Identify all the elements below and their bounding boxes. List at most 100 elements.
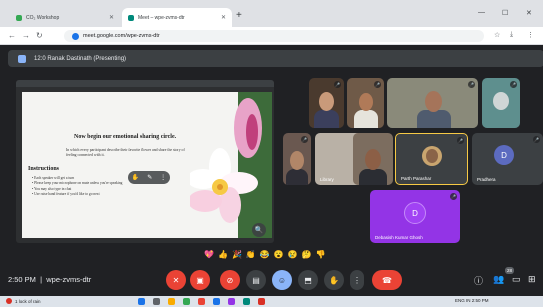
search-icon[interactable] xyxy=(153,298,160,305)
maximize-icon[interactable]: ☐ xyxy=(502,9,508,17)
participant-tile-p9[interactable]: D Pradhera 🎤 xyxy=(472,133,543,185)
browser-tab-bar: CO₂ Workshop ✕ Meet – wpe-zvms-dtr ✕ + —… xyxy=(0,0,543,27)
participant-avatar: D xyxy=(404,202,426,224)
instructions-title: Instructions xyxy=(28,166,60,172)
muted-mic-icon: 🎤 xyxy=(510,81,517,88)
chrome-icon[interactable] xyxy=(183,298,190,305)
meet-control-bar: 2:50 PM | wpe-zvms-dtr ✕ ▣ ⊘ ▤ ☺ ⬒ ✋ ⋮ ☎… xyxy=(0,265,543,296)
browser-tab-workshop[interactable]: CO₂ Workshop ✕ xyxy=(10,8,120,27)
plumeria-flower-image xyxy=(190,92,272,238)
camera-off-icon: ▣ xyxy=(196,275,204,285)
start-icon[interactable] xyxy=(138,298,145,305)
weather-text: 1 lock of rain xyxy=(15,298,41,304)
present-screen-icon xyxy=(18,54,26,63)
menu-kebab-icon[interactable]: ⋮ xyxy=(527,31,534,39)
muted-mic-icon: 🎤 xyxy=(457,137,464,144)
participant-tile-p3[interactable]: 🎤 xyxy=(387,78,478,128)
camera-off-button[interactable]: ▣ xyxy=(190,270,210,290)
meeting-details-icon[interactable]: ⓘ xyxy=(474,274,483,287)
participant-tile-p10[interactable]: D Debasish Kumar Ghosh 🎤 xyxy=(370,190,460,243)
app-icon[interactable] xyxy=(243,298,250,305)
system-tray-clock[interactable]: ENG IN 2:50 PM xyxy=(455,298,489,303)
minimize-icon[interactable]: — xyxy=(478,9,485,16)
muted-mic-icon: 🎤 xyxy=(533,136,540,143)
emoji-button[interactable]: ☺ xyxy=(272,270,292,290)
weather-widget[interactable]: 1 lock of rain xyxy=(6,298,41,304)
reaction-surprised[interactable]: 😮 xyxy=(274,250,284,259)
participant-tile-p2[interactable]: 🎤 xyxy=(347,78,384,128)
file-explorer-icon[interactable] xyxy=(168,298,175,305)
mic-off-button[interactable]: ✕ xyxy=(166,270,186,290)
download-icon[interactable]: ⤓ xyxy=(510,31,513,39)
browser-tab-meet[interactable]: Meet – wpe-zvms-dtr ✕ xyxy=(122,8,232,27)
close-tab-icon[interactable]: ✕ xyxy=(221,14,226,21)
meeting-code: wpe-zvms-dtr xyxy=(46,275,92,284)
close-window-icon[interactable]: ✕ xyxy=(526,9,532,17)
bookmark-star-icon[interactable]: ☆ xyxy=(494,31,500,39)
participant-name: Pradhera xyxy=(477,177,496,182)
muted-mic-icon: 🎤 xyxy=(468,81,475,88)
muted-mic-icon: 🎤 xyxy=(450,193,457,200)
reaction-party[interactable]: 🎉 xyxy=(232,250,242,259)
edge-icon[interactable] xyxy=(213,298,220,305)
meet-favicon-icon xyxy=(128,14,134,21)
presenting-label: 12:0 Ranak Dastinath (Presenting) xyxy=(34,55,127,62)
participant-tile-p1[interactable]: 🎤 xyxy=(309,78,344,128)
meeting-stage: Now begin our emotional sharing circle. … xyxy=(0,71,543,265)
reaction-heart[interactable]: 💖 xyxy=(204,250,214,259)
participant-tile-p8[interactable]: Parth Parashar 🎤 xyxy=(395,133,468,185)
participant-tile-p4[interactable]: 🎤 xyxy=(482,78,520,128)
url-input[interactable]: meet.google.com/wpe-zvms-dtr xyxy=(64,30,484,42)
leave-call-button[interactable]: ☎ xyxy=(372,270,402,290)
app-icon[interactable] xyxy=(228,298,235,305)
url-text: meet.google.com/wpe-zvms-dtr xyxy=(83,33,160,39)
reactions-bar: 💖 👍 🎉 👏 😂 😮 😢 🤔 👎 xyxy=(204,247,354,261)
participant-tile-p5[interactable]: 🎤 xyxy=(283,133,311,185)
close-tab-icon[interactable]: ✕ xyxy=(109,14,114,21)
back-icon[interactable]: ← xyxy=(8,31,16,40)
muted-mic-icon: 🎤 xyxy=(301,136,308,143)
reaction-clap[interactable]: 👏 xyxy=(246,250,256,259)
forward-icon[interactable]: → xyxy=(22,31,30,40)
pointer-icon[interactable]: ✋ xyxy=(132,174,139,181)
meet-header: 12:0 Ranak Dastinath (Presenting) xyxy=(0,45,543,71)
participant-name: Parth Parashar xyxy=(401,176,432,181)
list-item: • Use raise hand feature if you'd like t… xyxy=(32,191,100,196)
chat-icon[interactable]: ▭ xyxy=(512,274,521,285)
raise-hand-icon: ✋ xyxy=(329,275,339,285)
annotate-icon[interactable]: ✎ xyxy=(147,174,152,181)
slide-control-pill[interactable]: ✋ ✎ ⋮ xyxy=(128,171,170,184)
raise-hand-button[interactable]: ✋ xyxy=(324,270,344,290)
participant-count-badge: 28 xyxy=(505,267,514,274)
share-screen-button[interactable]: ⬒ xyxy=(298,270,318,290)
slide-heading: Now begin our emotional sharing circle. xyxy=(74,134,177,140)
more-options-button[interactable]: ⋮ xyxy=(350,270,364,290)
app-icon[interactable] xyxy=(258,298,265,305)
participant-tile-p7[interactable] xyxy=(353,133,393,185)
zoom-icon[interactable]: 🔍 xyxy=(252,223,266,237)
taskbar-apps xyxy=(138,298,265,305)
new-tab-button[interactable]: + xyxy=(236,10,242,21)
meeting-time: 2:50 PM xyxy=(8,275,36,284)
reaction-thinking[interactable]: 🤔 xyxy=(302,250,312,259)
app-icon[interactable] xyxy=(198,298,205,305)
slide-intro: In which every participant describe thei… xyxy=(66,148,185,157)
more-icon[interactable]: ⋮ xyxy=(160,174,166,181)
shared-screen[interactable]: Now begin our emotional sharing circle. … xyxy=(16,80,274,243)
reaction-thumbs-down[interactable]: 👎 xyxy=(316,250,326,259)
tab-title: CO₂ Workshop xyxy=(26,14,60,21)
reaction-laugh[interactable]: 😂 xyxy=(260,250,270,259)
people-icon[interactable]: 👥 xyxy=(493,274,504,285)
reaction-thumbs-up[interactable]: 👍 xyxy=(218,250,228,259)
captions-button[interactable]: ▤ xyxy=(246,270,266,290)
reload-icon[interactable]: ↻ xyxy=(36,31,43,40)
presentation-slide: Now begin our emotional sharing circle. … xyxy=(22,92,272,238)
present-button[interactable]: ⊘ xyxy=(220,270,240,290)
muted-mic-icon: 🎤 xyxy=(334,81,341,88)
end-call-icon: ☎ xyxy=(382,275,392,285)
site-info-icon[interactable] xyxy=(72,32,79,40)
activities-icon[interactable]: ⊞ xyxy=(528,274,536,285)
reaction-cry[interactable]: 😢 xyxy=(288,250,298,259)
workshop-favicon-icon xyxy=(16,14,22,21)
address-bar: ← → ↻ meet.google.com/wpe-zvms-dtr ☆ ⤓ ⋮ xyxy=(0,27,543,45)
